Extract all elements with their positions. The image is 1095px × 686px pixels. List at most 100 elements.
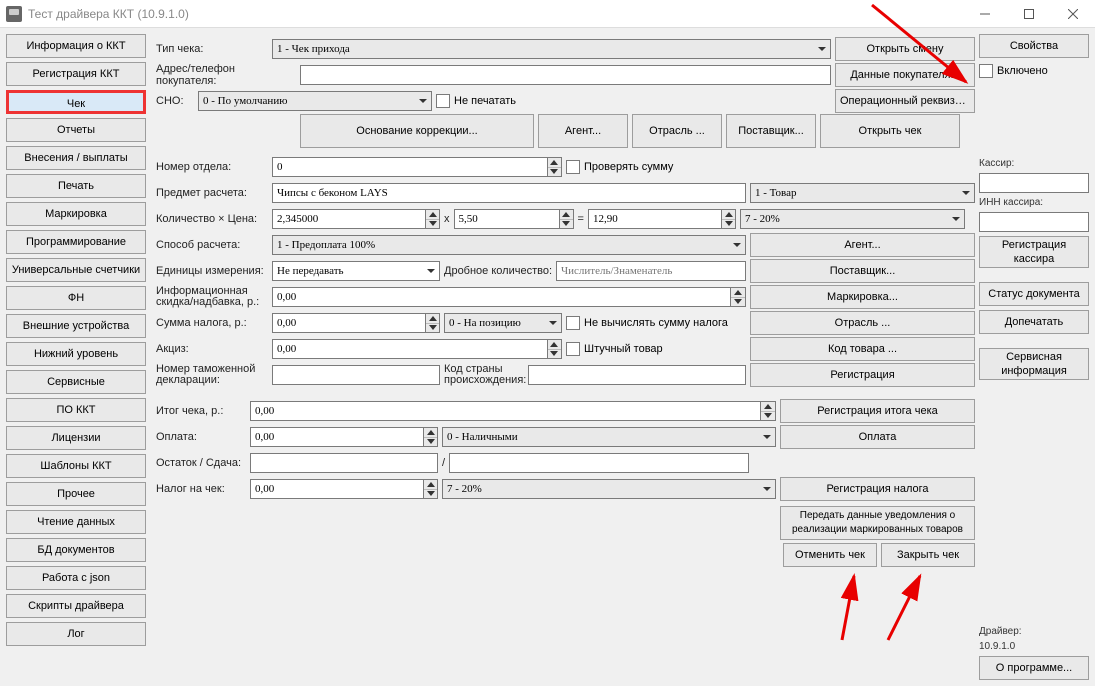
industry2-button[interactable]: Отрасль ...: [750, 311, 975, 335]
nav-программирование[interactable]: Программирование: [6, 230, 146, 254]
input-rem2[interactable]: [449, 453, 749, 473]
supplier2-button[interactable]: Поставщик...: [750, 259, 975, 283]
nav-чтение-данных[interactable]: Чтение данных: [6, 510, 146, 534]
properties-button[interactable]: Свойства: [979, 34, 1089, 58]
nav-информация-о-ккт[interactable]: Информация о ККТ: [6, 34, 146, 58]
window-title: Тест драйвера ККТ (10.9.1.0): [28, 7, 963, 21]
nav-работа-с-json[interactable]: Работа с json: [6, 566, 146, 590]
right-panel: Свойства Включено Кассир: ИНН кассира: Р…: [979, 34, 1089, 680]
nav-лог[interactable]: Лог: [6, 622, 146, 646]
label-payment: Оплата:: [156, 431, 246, 443]
select-check-tax-rate[interactable]: 7 - 20%: [442, 479, 776, 499]
label-rem: Остаток / Сдача:: [156, 457, 246, 469]
input-subject[interactable]: [272, 183, 746, 203]
op-req-button[interactable]: Операционный реквизит ...: [835, 89, 975, 113]
enabled-check[interactable]: Включено: [979, 64, 1089, 78]
doc-status-button[interactable]: Статус документа: [979, 282, 1089, 306]
label-sno: СНО:: [156, 95, 194, 107]
label-qty: Количество × Цена:: [156, 213, 268, 225]
input-qty[interactable]: [272, 209, 440, 229]
left-nav: Информация о ККТ Регистрация ККТ Чек Отчеты…: [6, 34, 146, 680]
label-calc: Способ расчета:: [156, 239, 268, 251]
minimize-button[interactable]: [963, 0, 1007, 28]
select-check-type[interactable]: 1 - Чек прихода: [272, 39, 831, 59]
label-excise: Акциз:: [156, 343, 268, 355]
nav-внешние-устройства[interactable]: Внешние устройства: [6, 314, 146, 338]
select-tax-rate[interactable]: 7 - 20%: [740, 209, 965, 229]
input-rem1[interactable]: [250, 453, 438, 473]
select-subject-type[interactable]: 1 - Товар: [750, 183, 975, 203]
dont-print-check[interactable]: Не печатать: [436, 94, 516, 108]
industry-button[interactable]: Отрасль ...: [632, 114, 722, 148]
close-button[interactable]: [1051, 0, 1095, 28]
select-pay-type[interactable]: 0 - Наличными: [442, 427, 776, 447]
nav-нижний-уровень[interactable]: Нижний уровень: [6, 342, 146, 366]
nav-универсальные-счетчики[interactable]: Универсальные счетчики: [6, 258, 146, 282]
input-check-tax[interactable]: [250, 479, 438, 499]
corr-base-button[interactable]: Основание коррекции...: [300, 114, 534, 148]
nav-сервисные[interactable]: Сервисные: [6, 370, 146, 394]
cashier-label: Кассир:: [979, 158, 1089, 169]
check-sum-check[interactable]: Проверять сумму: [566, 160, 673, 174]
reg-cashier-button[interactable]: Регистрация кассира: [979, 236, 1089, 268]
open-check-button[interactable]: Открыть чек: [820, 114, 960, 148]
about-button[interactable]: О программе...: [979, 656, 1089, 680]
driver-version: 10.9.1.0: [979, 641, 1089, 652]
marking-button[interactable]: Маркировка...: [750, 285, 975, 309]
pay-button[interactable]: Оплата: [780, 425, 975, 449]
input-price[interactable]: [454, 209, 574, 229]
nav-скрипты-драйвера[interactable]: Скрипты драйвера: [6, 594, 146, 618]
nav-чек[interactable]: Чек: [6, 90, 146, 114]
input-discount[interactable]: [272, 287, 746, 307]
label-dept: Номер отдела:: [156, 161, 268, 173]
no-tax-check[interactable]: Не вычислять сумму налога: [566, 316, 728, 330]
service-info-button[interactable]: Сервисная информация: [979, 348, 1089, 380]
nav-лицензии[interactable]: Лицензии: [6, 426, 146, 450]
register-button[interactable]: Регистрация: [750, 363, 975, 387]
open-shift-button[interactable]: Открыть смену: [835, 37, 975, 61]
input-customs[interactable]: [272, 365, 440, 385]
maximize-button[interactable]: [1007, 0, 1051, 28]
input-excise[interactable]: [272, 339, 562, 359]
select-units[interactable]: Не передавать: [272, 261, 440, 281]
agent-button[interactable]: Агент...: [538, 114, 628, 148]
select-calc-method[interactable]: 1 - Предоплата 100%: [272, 235, 746, 255]
nav-фн[interactable]: ФН: [6, 286, 146, 310]
cancel-check-button[interactable]: Отменить чек: [783, 543, 877, 567]
notify-button[interactable]: Передать данные уведомления о реализации…: [780, 506, 975, 540]
buyer-data-button[interactable]: Данные покупателя...: [835, 63, 975, 87]
input-payment[interactable]: [250, 427, 438, 447]
checkbox-icon: [979, 64, 993, 78]
reg-tax-button[interactable]: Регистрация налога: [780, 477, 975, 501]
input-country[interactable]: [528, 365, 746, 385]
inn-label: ИНН кассира:: [979, 197, 1089, 208]
select-tax-mode[interactable]: 0 - На позицию: [444, 313, 562, 333]
supplier-button[interactable]: Поставщик...: [726, 114, 816, 148]
code-button[interactable]: Код товара ...: [750, 337, 975, 361]
nav-бд-документов[interactable]: БД документов: [6, 538, 146, 562]
nav-по-ккт[interactable]: ПО ККТ: [6, 398, 146, 422]
select-sno[interactable]: 0 - По умолчанию: [198, 91, 432, 111]
piece-check[interactable]: Штучный товар: [566, 342, 663, 356]
nav-прочее[interactable]: Прочее: [6, 482, 146, 506]
input-frac-qty[interactable]: [556, 261, 746, 281]
agent2-button[interactable]: Агент...: [750, 233, 975, 257]
input-line-total[interactable]: [588, 209, 736, 229]
input-total[interactable]: [250, 401, 776, 421]
checkbox-icon: [436, 94, 450, 108]
nav-маркировка[interactable]: Маркировка: [6, 202, 146, 226]
close-check-button[interactable]: Закрыть чек: [881, 543, 975, 567]
input-addr[interactable]: [300, 65, 831, 85]
input-tax-sum[interactable]: [272, 313, 440, 333]
inn-input[interactable]: [979, 212, 1089, 232]
nav-внесения-выплаты[interactable]: Внесения / выплаты: [6, 146, 146, 170]
nav-шаблоны-ккт[interactable]: Шаблоны ККТ: [6, 454, 146, 478]
label-check-tax: Налог на чек:: [156, 483, 246, 495]
nav-отчеты[interactable]: Отчеты: [6, 118, 146, 142]
cashier-input[interactable]: [979, 173, 1089, 193]
reg-total-button[interactable]: Регистрация итога чека: [780, 399, 975, 423]
reprint-button[interactable]: Допечатать: [979, 310, 1089, 334]
nav-регистрация-ккт[interactable]: Регистрация ККТ: [6, 62, 146, 86]
input-dept[interactable]: [272, 157, 562, 177]
nav-печать[interactable]: Печать: [6, 174, 146, 198]
